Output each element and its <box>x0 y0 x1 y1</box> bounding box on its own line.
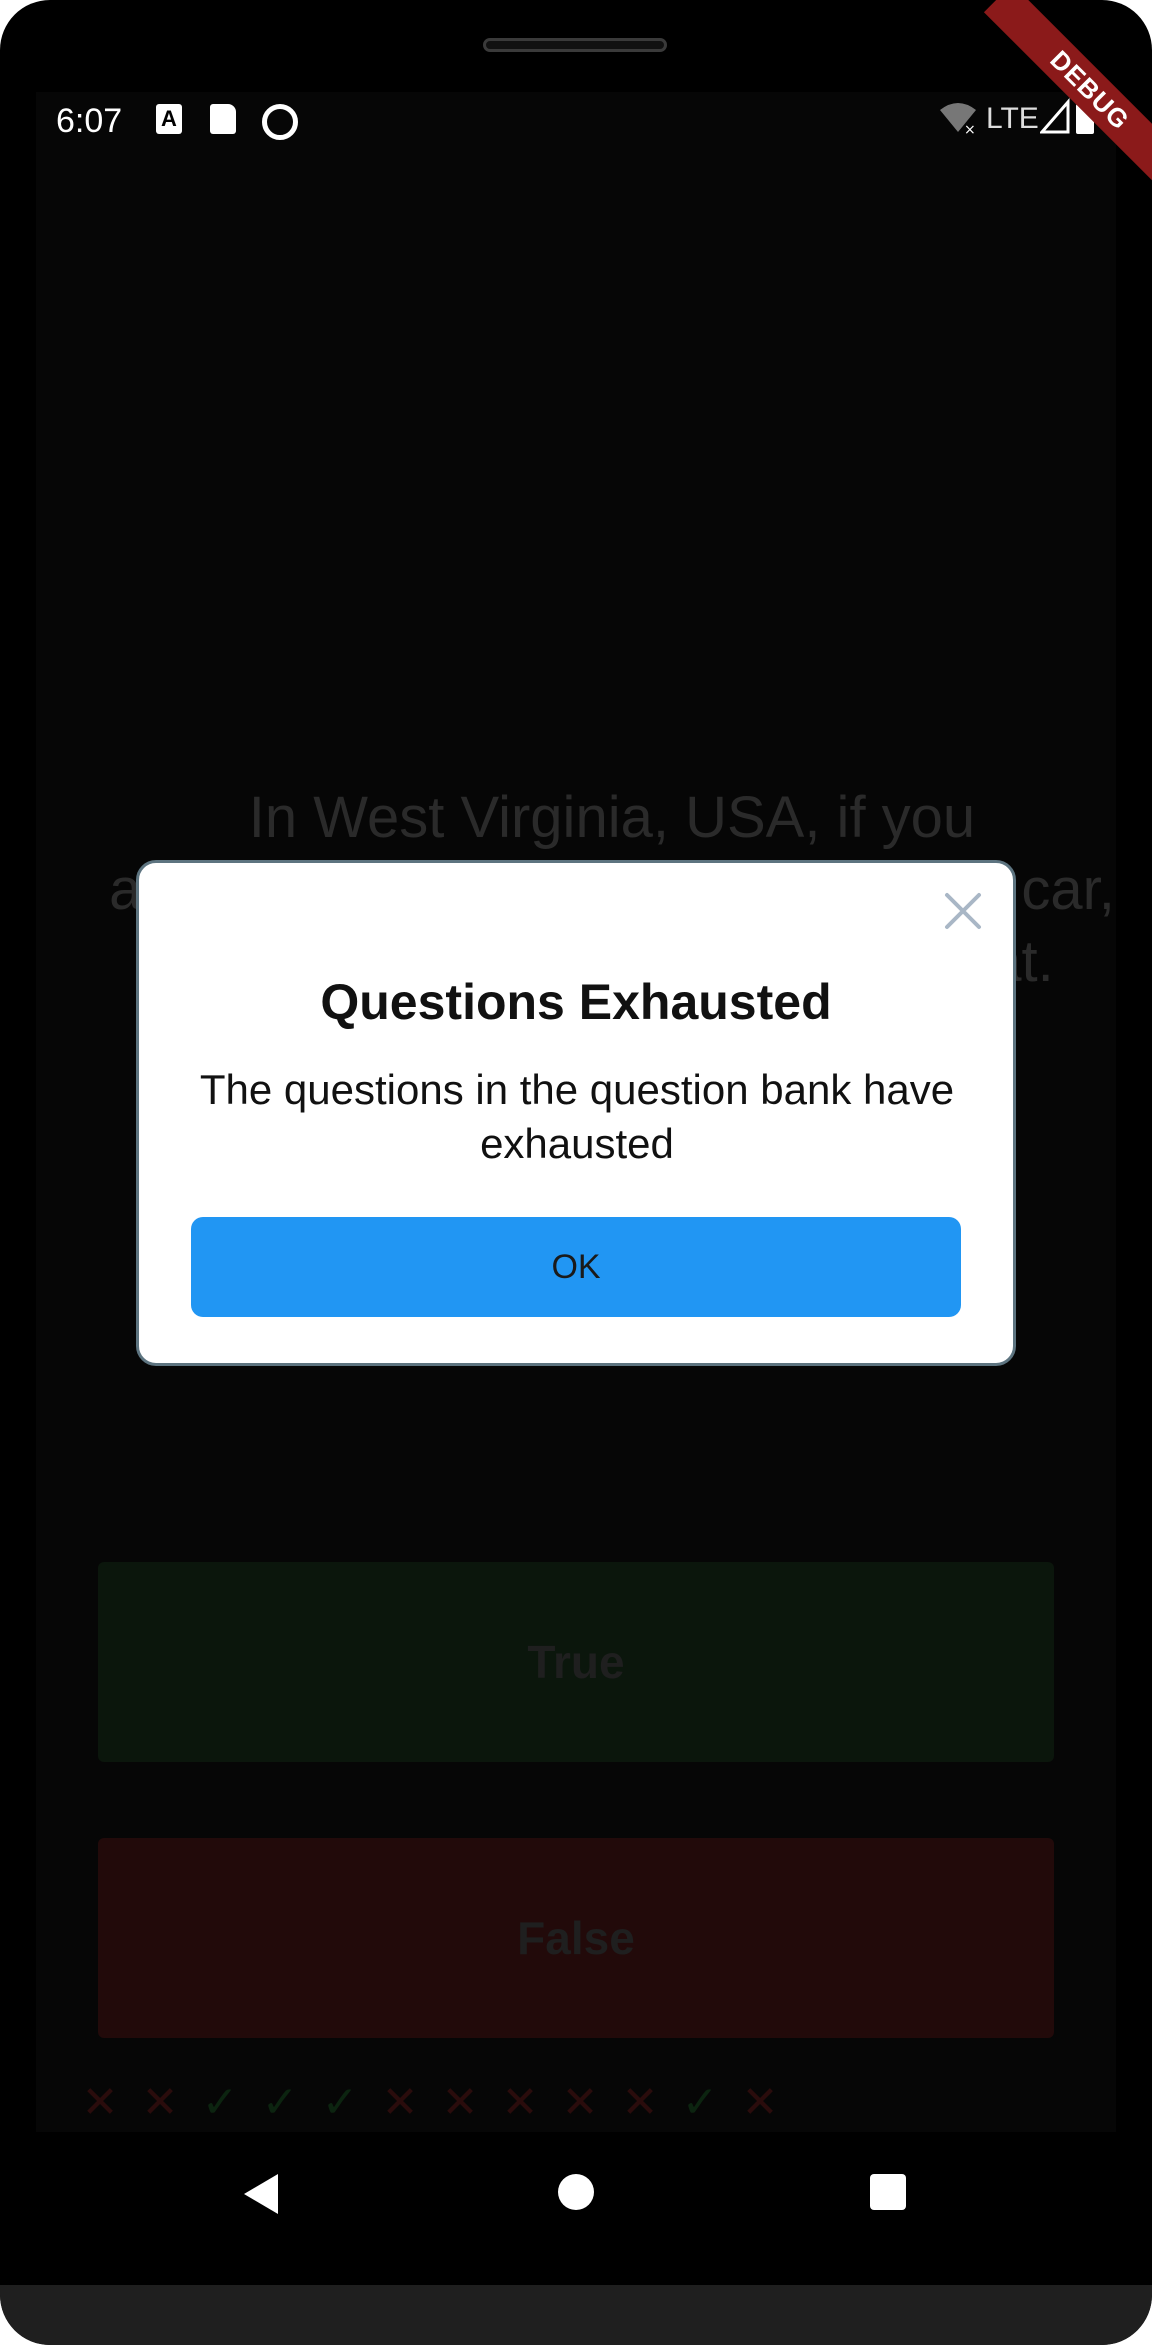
dialog-title: Questions Exhausted <box>320 974 832 1030</box>
check-icon: ✓ <box>201 2078 239 2127</box>
a-icon: A <box>156 104 182 134</box>
check-icon: ✓ <box>681 2078 719 2127</box>
cross-icon: ✕ <box>501 2078 539 2127</box>
cross-icon: ✕ <box>381 2078 419 2127</box>
wifi-off-icon: × <box>938 100 978 145</box>
cross-icon: ✕ <box>81 2078 119 2127</box>
close-icon[interactable] <box>941 889 985 933</box>
sd-card-icon <box>210 104 236 134</box>
navigation-bar <box>0 2140 1152 2250</box>
true-button[interactable]: True <box>98 1562 1054 1762</box>
cross-icon: ✕ <box>141 2078 179 2127</box>
dialog-message: The questions in the question bank have … <box>199 1066 955 1167</box>
cross-icon: ✕ <box>741 2078 779 2127</box>
ok-button[interactable]: OK <box>191 1217 961 1317</box>
status-time: 6:07 <box>56 102 123 140</box>
false-button[interactable]: False <box>98 1838 1054 2038</box>
cross-icon: ✕ <box>561 2078 599 2127</box>
cross-icon: ✕ <box>441 2078 479 2127</box>
network-type: LTE <box>986 102 1039 135</box>
questions-exhausted-dialog: Questions Exhausted The questions in the… <box>136 860 1016 1366</box>
recents-icon[interactable] <box>870 2174 906 2210</box>
signal-icon <box>1038 97 1070 143</box>
status-bar: 6:07 A × LTE <box>0 90 1152 154</box>
rotation-lock-icon <box>262 104 298 140</box>
home-icon[interactable] <box>558 2174 594 2210</box>
cross-icon: ✕ <box>621 2078 659 2127</box>
svg-text:×: × <box>964 122 976 136</box>
back-icon[interactable] <box>240 2172 280 2221</box>
speaker-grille <box>483 38 667 52</box>
score-keeper: ✕ ✕ ✓ ✓ ✓ ✕ ✕ ✕ ✕ ✕ ✓ ✕ <box>70 2078 790 2128</box>
device-chin <box>0 2285 1152 2345</box>
check-icon: ✓ <box>261 2078 299 2127</box>
check-icon: ✓ <box>321 2078 359 2127</box>
